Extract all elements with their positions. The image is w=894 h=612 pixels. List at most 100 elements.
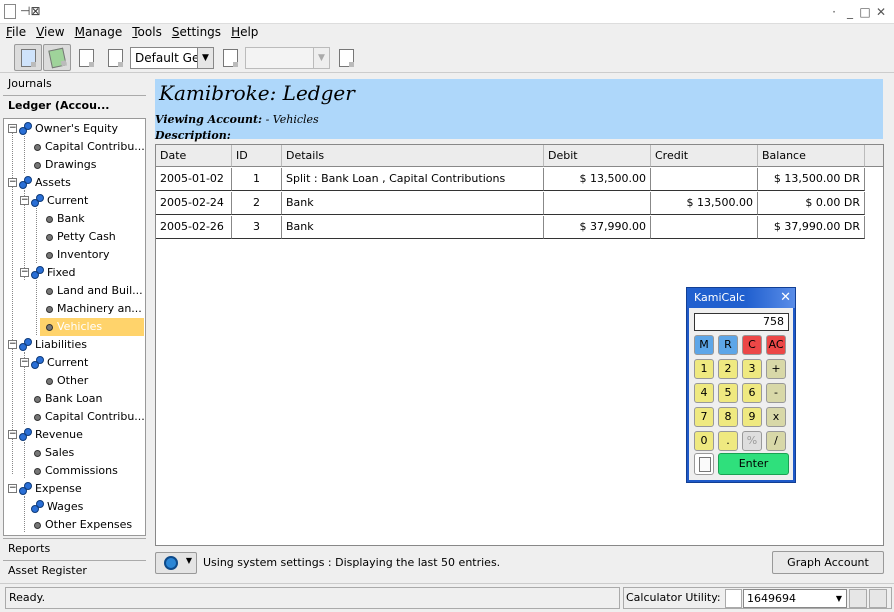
column-header-debit[interactable]: Debit bbox=[544, 145, 651, 167]
calculator-display[interactable]: 758 bbox=[694, 313, 789, 331]
menu-settings[interactable]: Settings bbox=[166, 24, 225, 43]
calculator-utility-select[interactable]: 1649694 ▼ bbox=[743, 589, 847, 608]
tab-asset-register[interactable]: Asset Register bbox=[3, 560, 146, 582]
collapse-icon[interactable]: − bbox=[8, 484, 17, 493]
new-account-button[interactable] bbox=[101, 44, 129, 71]
tree-node-land-and-buildings[interactable]: Land and Buil... bbox=[42, 282, 143, 300]
tree-node-assets[interactable]: − Assets bbox=[6, 174, 71, 192]
table-cell[interactable]: 1 bbox=[232, 168, 282, 191]
calculator-button[interactable] bbox=[43, 44, 71, 71]
tab-ledger[interactable]: Ledger (Accou... bbox=[3, 96, 146, 118]
table-cell[interactable]: 2005-02-24 bbox=[156, 192, 232, 215]
tab-reports[interactable]: Reports bbox=[3, 538, 146, 560]
table-cell[interactable]: $ 13,500.00 DR bbox=[758, 168, 865, 191]
column-header-date[interactable]: Date bbox=[156, 145, 232, 167]
export-button[interactable] bbox=[332, 44, 360, 71]
table-cell[interactable] bbox=[651, 216, 758, 239]
column-header-id[interactable]: ID bbox=[232, 145, 282, 167]
collapse-icon[interactable]: − bbox=[8, 178, 17, 187]
table-cell[interactable]: 2005-02-26 bbox=[156, 216, 232, 239]
table-cell[interactable]: $ 13,500.00 bbox=[544, 168, 651, 191]
collapse-icon[interactable]: − bbox=[20, 268, 29, 277]
tree-node-sales[interactable]: Sales bbox=[30, 444, 74, 462]
graph-account-button[interactable]: Graph Account bbox=[772, 551, 884, 574]
tree-node-inventory[interactable]: Inventory bbox=[42, 246, 110, 264]
table-cell[interactable]: 3 bbox=[232, 216, 282, 239]
kamicalc-title-bar[interactable]: KamiCalc ✕ bbox=[687, 288, 795, 308]
calc-key-divide[interactable]: / bbox=[766, 431, 786, 451]
tree-node-bank-loan[interactable]: Bank Loan bbox=[30, 390, 103, 408]
tree-node-assets-current[interactable]: − Current bbox=[18, 192, 88, 210]
tree-node-bank[interactable]: Bank bbox=[42, 210, 85, 228]
calc-key-7[interactable]: 7 bbox=[694, 407, 714, 427]
calc-key-all-clear[interactable]: AC bbox=[766, 335, 786, 355]
collapse-icon[interactable]: − bbox=[8, 430, 17, 439]
calc-key-minus[interactable]: - bbox=[766, 383, 786, 403]
tree-node-capital-contributions[interactable]: Capital Contribu... bbox=[30, 138, 145, 156]
table-cell[interactable] bbox=[651, 168, 758, 191]
close-icon[interactable]: ✕ bbox=[874, 5, 888, 19]
menu-view[interactable]: View bbox=[30, 24, 68, 43]
tree-node-other[interactable]: Other bbox=[42, 372, 88, 390]
settings-menu-button[interactable]: ▼ bbox=[155, 552, 197, 574]
calc-key-6[interactable]: 6 bbox=[742, 383, 762, 403]
calc-key-1[interactable]: 1 bbox=[694, 359, 714, 379]
table-cell[interactable]: $ 37,990.00 bbox=[544, 216, 651, 239]
table-cell[interactable]: Bank bbox=[282, 192, 544, 215]
help-icon[interactable]: · bbox=[827, 5, 841, 19]
tree-node-petty-cash[interactable]: Petty Cash bbox=[42, 228, 116, 246]
secondary-select[interactable]: ▼ bbox=[245, 47, 330, 69]
column-header-credit[interactable]: Credit bbox=[651, 145, 758, 167]
calc-key-multiply[interactable]: x bbox=[766, 407, 786, 427]
collapse-icon[interactable]: − bbox=[8, 340, 17, 349]
calculator-icon[interactable] bbox=[869, 589, 887, 608]
calc-key-9[interactable]: 9 bbox=[742, 407, 762, 427]
report-button[interactable] bbox=[216, 44, 244, 71]
calc-key-recall[interactable]: R bbox=[718, 335, 738, 355]
collapse-icon[interactable]: − bbox=[20, 358, 29, 367]
calc-key-5[interactable]: 5 bbox=[718, 383, 738, 403]
minimize-icon[interactable]: _ bbox=[843, 5, 857, 19]
close-icon[interactable]: ✕ bbox=[780, 289, 791, 307]
ledger-view-button[interactable] bbox=[14, 44, 42, 71]
calc-key-8[interactable]: 8 bbox=[718, 407, 738, 427]
calc-key-plus[interactable]: + bbox=[766, 359, 786, 379]
column-header-details[interactable]: Details bbox=[282, 145, 544, 167]
table-cell[interactable]: $ 13,500.00 bbox=[651, 192, 758, 215]
column-header-balance[interactable]: Balance bbox=[758, 145, 865, 167]
table-cell[interactable]: 2 bbox=[232, 192, 282, 215]
collapse-icon[interactable]: − bbox=[20, 196, 29, 205]
table-cell[interactable]: Bank bbox=[282, 216, 544, 239]
tree-node-fixed[interactable]: − Fixed bbox=[18, 264, 76, 282]
table-cell[interactable] bbox=[544, 192, 651, 215]
document-icon[interactable] bbox=[725, 589, 742, 608]
pin-icon[interactable]: ⊣⊠ bbox=[20, 4, 41, 18]
tree-node-owners-equity[interactable]: − Owner's Equity bbox=[6, 120, 118, 138]
tree-node-drawings[interactable]: Drawings bbox=[30, 156, 96, 174]
new-journal-button[interactable] bbox=[72, 44, 100, 71]
calc-key-memory[interactable]: M bbox=[694, 335, 714, 355]
tree-node-liabilities-current[interactable]: − Current bbox=[18, 354, 88, 372]
calc-key-2[interactable]: 2 bbox=[718, 359, 738, 379]
calc-enter-button[interactable]: Enter bbox=[718, 453, 789, 475]
calc-key-0[interactable]: 0 bbox=[694, 431, 714, 451]
copy-icon[interactable] bbox=[694, 453, 714, 475]
tab-journals[interactable]: Journals bbox=[3, 74, 146, 96]
menu-file[interactable]: File bbox=[0, 24, 30, 43]
convert-icon[interactable] bbox=[849, 589, 867, 608]
period-select[interactable]: Default Ger ▼ bbox=[130, 47, 214, 69]
table-cell[interactable]: $ 0.00 DR bbox=[758, 192, 865, 215]
tree-node-liabilities[interactable]: − Liabilities bbox=[6, 336, 87, 354]
calc-key-clear[interactable]: C bbox=[742, 335, 762, 355]
tree-node-other-expenses[interactable]: Other Expenses bbox=[30, 516, 132, 534]
calc-key-4[interactable]: 4 bbox=[694, 383, 714, 403]
table-cell[interactable]: Split : Bank Loan , Capital Contribution… bbox=[282, 168, 544, 191]
calc-key-3[interactable]: 3 bbox=[742, 359, 762, 379]
tree-node-capital-contributions-liab[interactable]: Capital Contribu... bbox=[30, 408, 145, 426]
tree-node-expense[interactable]: − Expense bbox=[6, 480, 82, 498]
menu-help[interactable]: Help bbox=[225, 24, 262, 43]
kamicalc-window[interactable]: KamiCalc ✕ 758 M R C AC 1 2 3 + 4 5 6 - … bbox=[686, 287, 796, 483]
calc-key-percent[interactable]: % bbox=[742, 431, 762, 451]
table-cell[interactable]: 2005-01-02 bbox=[156, 168, 232, 191]
calc-key-decimal[interactable]: . bbox=[718, 431, 738, 451]
